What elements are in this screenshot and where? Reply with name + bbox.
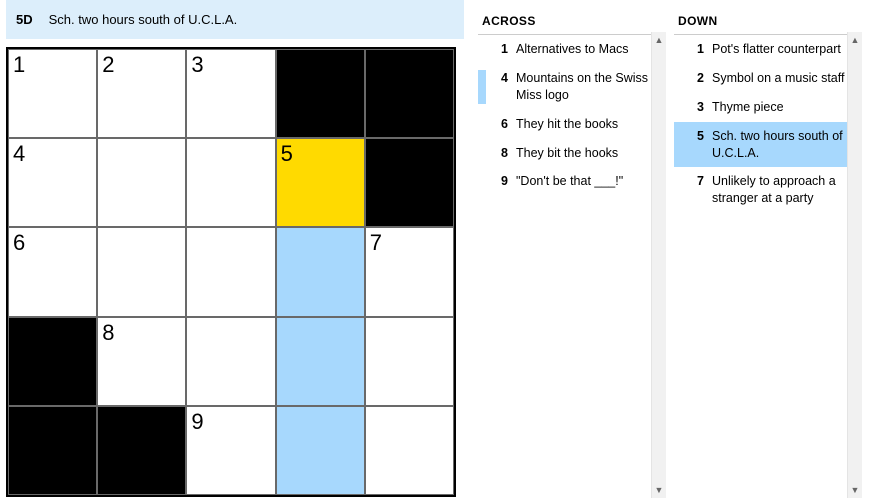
grid-cell[interactable] (186, 138, 275, 227)
clue-text: Symbol on a music staff (712, 70, 852, 87)
grid-cell[interactable]: 1 (8, 49, 97, 138)
across-scrollbar[interactable]: ▲ ▼ (651, 32, 666, 498)
grid-cell[interactable] (276, 317, 365, 406)
clue-highlight-bar (674, 41, 682, 58)
clue-highlight-bar (478, 41, 486, 58)
clue-highlight-bar (674, 70, 682, 87)
clue-text: They hit the books (516, 116, 656, 133)
across-clue-list: 1 Alternatives to Macs 4Mountains on the S… (478, 34, 662, 196)
clue-item[interactable]: 1 Alternatives to Macs (478, 35, 662, 64)
down-column: DOWN 1 Pot's flatter counterpart 2 Symbol o… (666, 0, 862, 504)
grid-cell[interactable]: 8 (97, 317, 186, 406)
grid-cell[interactable]: 3 (186, 49, 275, 138)
down-heading: DOWN (678, 14, 858, 28)
clue-number: 2 (690, 70, 704, 87)
cell-number: 3 (191, 52, 203, 78)
grid-cell-black (8, 317, 97, 406)
clue-item[interactable]: 9 "Don't be that ___!" (478, 167, 662, 196)
crossword-grid[interactable]: 1 2 3 4 5 6 7 8 9 (6, 47, 456, 497)
grid-cell[interactable] (97, 227, 186, 316)
clue-text: Alternatives to Macs (516, 41, 656, 58)
clue-text: Thyme piece (712, 99, 852, 116)
grid-cell[interactable] (276, 227, 365, 316)
grid-cell[interactable] (276, 406, 365, 495)
clue-item[interactable]: 1 Pot's flatter counterpart (674, 35, 858, 64)
clue-highlight-bar (478, 173, 486, 190)
clue-item[interactable]: 6 They hit the books (478, 110, 662, 139)
clue-number: 1 (494, 41, 508, 58)
clue-number: 6 (494, 116, 508, 133)
grid-cell-black (276, 49, 365, 138)
grid-cell-black (97, 406, 186, 495)
across-column: ACROSS 1 Alternatives to Macs 4Mountains o… (470, 0, 666, 504)
clue-number: 8 (494, 145, 508, 162)
scroll-up-icon[interactable]: ▲ (848, 32, 863, 48)
cell-number: 2 (102, 52, 114, 78)
clue-item[interactable]: 5Sch. two hours south of U.C.L.A. (674, 122, 858, 168)
grid-cell-black (365, 138, 454, 227)
clue-item[interactable]: 4Mountains on the Swiss Miss logo (478, 64, 662, 110)
grid-cell[interactable] (186, 227, 275, 316)
clue-highlight-bar (674, 128, 682, 162)
clue-item[interactable]: 2 Symbol on a music staff (674, 64, 858, 93)
cell-number: 6 (13, 230, 25, 256)
clue-item[interactable]: 8 They bit the hooks (478, 139, 662, 168)
clue-item[interactable]: 3 Thyme piece (674, 93, 858, 122)
cell-number: 1 (13, 52, 25, 78)
cell-number: 9 (191, 409, 203, 435)
cell-number: 8 (102, 320, 114, 346)
down-clue-list: 1 Pot's flatter counterpart 2 Symbol on a m… (674, 34, 858, 213)
grid-cell[interactable]: 5 (276, 138, 365, 227)
clue-text: Unlikely to approach a stranger at a par… (712, 173, 852, 207)
clue-number: 4 (494, 70, 508, 104)
scroll-down-icon[interactable]: ▼ (652, 482, 667, 498)
clue-text: Sch. two hours south of U.C.L.A. (712, 128, 852, 162)
current-clue-text: Sch. two hours south of U.C.L.A. (49, 12, 238, 27)
clue-text: "Don't be that ___!" (516, 173, 656, 190)
clue-highlight-bar (478, 116, 486, 133)
grid-cell[interactable]: 6 (8, 227, 97, 316)
grid-cell[interactable]: 2 (97, 49, 186, 138)
cell-number: 5 (281, 141, 293, 167)
current-clue-number: 5D (16, 12, 33, 27)
clue-highlight-bar (674, 173, 682, 207)
grid-cell[interactable]: 9 (186, 406, 275, 495)
cell-number: 7 (370, 230, 382, 256)
grid-cell[interactable]: 7 (365, 227, 454, 316)
clue-number: 7 (690, 173, 704, 207)
clue-number: 1 (690, 41, 704, 58)
clue-text: Mountains on the Swiss Miss logo (516, 70, 656, 104)
clue-highlight-bar (674, 99, 682, 116)
clue-number: 5 (690, 128, 704, 162)
grid-cell[interactable] (365, 317, 454, 406)
clue-text: They bit the hooks (516, 145, 656, 162)
clue-item[interactable]: 7Unlikely to approach a stranger at a pa… (674, 167, 858, 213)
clue-text: Pot's flatter counterpart (712, 41, 852, 58)
grid-cell[interactable] (97, 138, 186, 227)
current-clue-bar: 5D Sch. two hours south of U.C.L.A. (6, 0, 464, 39)
clue-highlight-bar (478, 70, 486, 104)
clue-highlight-bar (478, 145, 486, 162)
grid-cell[interactable] (365, 406, 454, 495)
clue-number: 9 (494, 173, 508, 190)
scroll-down-icon[interactable]: ▼ (848, 482, 863, 498)
grid-cell-black (365, 49, 454, 138)
down-scrollbar[interactable]: ▲ ▼ (847, 32, 862, 498)
grid-cell[interactable]: 4 (8, 138, 97, 227)
cell-number: 4 (13, 141, 25, 167)
grid-cell[interactable] (186, 317, 275, 406)
across-heading: ACROSS (482, 14, 662, 28)
grid-cell-black (8, 406, 97, 495)
clue-number: 3 (690, 99, 704, 116)
scroll-up-icon[interactable]: ▲ (652, 32, 667, 48)
